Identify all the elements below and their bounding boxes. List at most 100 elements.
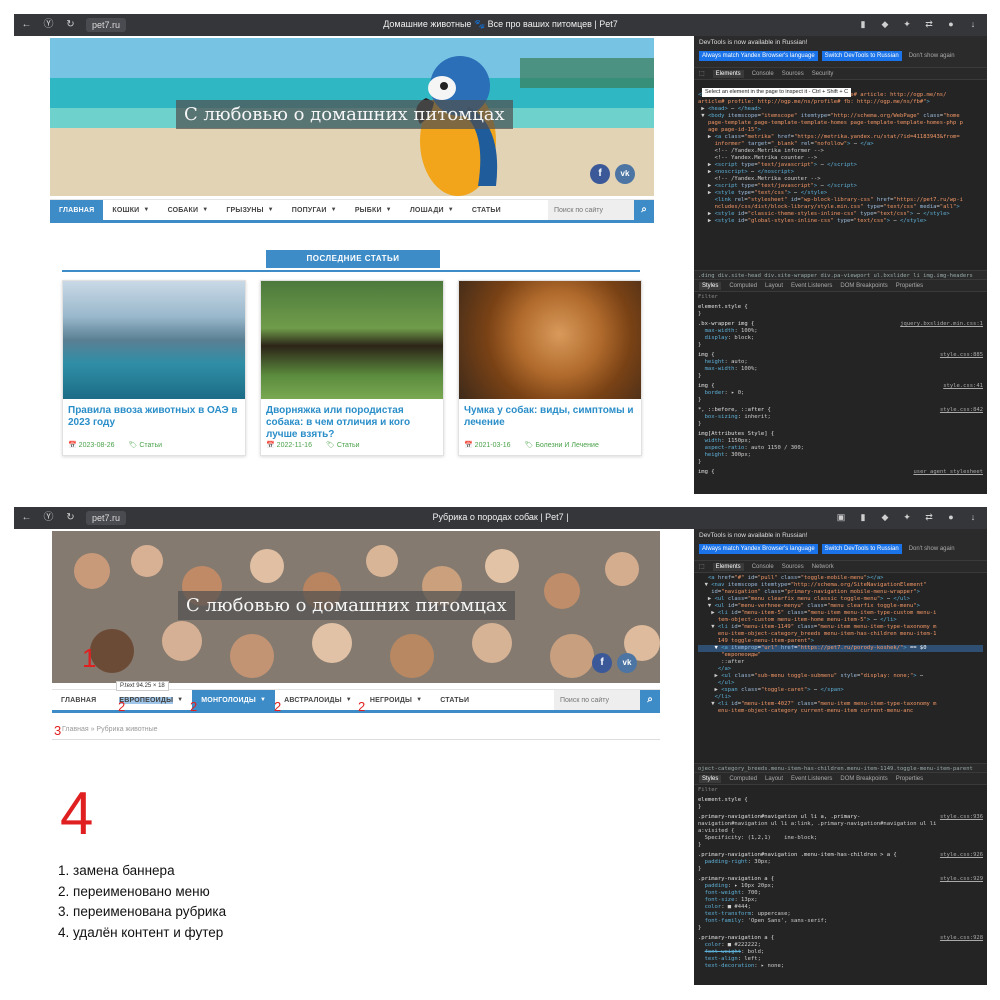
bookmark-icon[interactable]: ▮ bbox=[857, 511, 869, 523]
translate-icon[interactable]: ⇄ bbox=[923, 18, 935, 30]
translate-icon[interactable]: ⇄ bbox=[923, 511, 935, 523]
bookmark-icon[interactable]: ▮ bbox=[857, 18, 869, 30]
dom-breadcrumbs[interactable]: oject-category_breeds.menu-item-has-chil… bbox=[694, 763, 987, 773]
menu-label: ГЛАВНАЯ bbox=[61, 696, 97, 704]
article-image-beagle[interactable] bbox=[459, 281, 641, 399]
article-card[interactable]: Чумка у собак: виды, симптомы и лечение … bbox=[458, 280, 642, 456]
tab-sources[interactable]: Sources bbox=[782, 564, 804, 570]
vk-icon[interactable]: vk bbox=[617, 653, 637, 673]
article-card[interactable]: Дворняжка или породистая собака: в чем о… bbox=[260, 280, 444, 456]
tab-properties[interactable]: Properties bbox=[896, 776, 923, 782]
shield-icon[interactable]: ◆ bbox=[879, 18, 891, 30]
styles-pane[interactable]: Filter element.style {} .primary-navigat… bbox=[694, 785, 987, 972]
extension-icon[interactable]: ✦ bbox=[901, 511, 913, 523]
menu-item-fish[interactable]: РЫБКИ ▼ bbox=[346, 200, 401, 220]
tab-console[interactable]: Console bbox=[752, 71, 774, 77]
menu-item-negroids[interactable]: НЕГРОИДЫ ▼ bbox=[361, 690, 431, 710]
tab-layout[interactable]: Layout bbox=[765, 283, 783, 289]
menu-item-australoids[interactable]: АВСТРАЛОИДЫ ▼ bbox=[275, 690, 361, 710]
dont-show-button[interactable]: Don't show again bbox=[906, 544, 958, 554]
annotation-marker-1: 1 bbox=[82, 643, 97, 673]
search-input[interactable] bbox=[554, 690, 640, 710]
tab-styles[interactable]: Styles bbox=[699, 774, 722, 783]
profile-icon[interactable]: ● bbox=[945, 511, 957, 523]
elements-tree[interactable]: <a href="#" id="pull" class="toggle-mobi… bbox=[694, 573, 987, 763]
article-date: 📅 2021-03-16 bbox=[464, 442, 511, 449]
latest-articles-label: ПОСЛЕДНИЕ СТАТЬИ bbox=[266, 250, 440, 268]
menu-item-rodents[interactable]: ГРЫЗУНЫ ▼ bbox=[217, 200, 282, 220]
menu-item-articles[interactable]: СТАТЬИ bbox=[463, 200, 510, 220]
menu-item-articles[interactable]: СТАТЬИ bbox=[431, 690, 478, 710]
profile-icon[interactable]: ● bbox=[945, 18, 957, 30]
article-title[interactable]: Правила ввоза животных в ОАЭ в 2023 году bbox=[63, 399, 245, 429]
tab-properties[interactable]: Properties bbox=[896, 283, 923, 289]
search-button[interactable]: ⌕ bbox=[640, 690, 660, 710]
article-title[interactable]: Чумка у собак: виды, симптомы и лечение bbox=[459, 399, 641, 429]
download-icon[interactable]: ↓ bbox=[967, 511, 979, 523]
dom-breadcrumbs[interactable]: .ding div.site-head div.site-wrapper div… bbox=[694, 270, 987, 280]
article-category[interactable]: 🏷 Статьи bbox=[128, 441, 162, 449]
vk-icon[interactable]: vk bbox=[615, 164, 635, 184]
caret-down-icon: ▼ bbox=[416, 697, 423, 703]
inspect-icon[interactable]: ⬚ bbox=[699, 563, 705, 570]
tab-computed[interactable]: Computed bbox=[729, 283, 757, 289]
search-box: ⌕ bbox=[554, 690, 660, 710]
breadcrumb[interactable]: Главная » Рубрика животные bbox=[62, 726, 158, 733]
styles-pane[interactable]: Filter element.style {} .bx-wrapper img … bbox=[694, 292, 987, 478]
article-category[interactable]: 🏷 Статьи bbox=[326, 441, 360, 449]
browser-toolbar: ← Ⓨ ↻ 🔒 pet7.ru Домашние животные 🐾 Все … bbox=[14, 14, 987, 36]
primary-navigation: ГЛАВНАЯ КОШКИ ▼ СОБАКИ ▼ ГРЫЗУНЫ ▼ ПОПУГАИ ▼… bbox=[50, 199, 654, 223]
tab-elements[interactable]: Elements bbox=[712, 562, 744, 571]
styles-filter[interactable]: Filter bbox=[698, 787, 983, 794]
match-language-button[interactable]: Always match Yandex Browser's language bbox=[699, 544, 818, 554]
menu-label: ЛОШАДИ bbox=[409, 206, 444, 214]
menu-item-parrots[interactable]: ПОПУГАИ ▼ bbox=[283, 200, 346, 220]
tab-dom-breakpoints[interactable]: DOM Breakpoints bbox=[840, 283, 887, 289]
tab-sources[interactable]: Sources bbox=[782, 71, 804, 77]
search-input[interactable] bbox=[548, 200, 634, 220]
article-card[interactable]: Правила ввоза животных в ОАЭ в 2023 году… bbox=[62, 280, 246, 456]
article-image-dog[interactable] bbox=[261, 281, 443, 399]
facebook-icon[interactable]: f bbox=[592, 653, 612, 673]
switch-russian-button[interactable]: Switch DevTools to Russian bbox=[821, 51, 902, 61]
switch-russian-button[interactable]: Switch DevTools to Russian bbox=[821, 544, 902, 554]
menu-item-mongoloids[interactable]: МОНГОЛОИДЫ ▼ bbox=[192, 690, 276, 710]
tab-layout[interactable]: Layout bbox=[765, 776, 783, 782]
tab-console[interactable]: Console bbox=[752, 564, 774, 570]
tab-styles[interactable]: Styles bbox=[699, 281, 722, 290]
category-text: Болезни И Лечение bbox=[535, 442, 599, 449]
article-category[interactable]: 🏷 Болезни И Лечение bbox=[524, 441, 598, 449]
menu-item-horses[interactable]: ЛОШАДИ ▼ bbox=[401, 200, 463, 220]
styles-filter[interactable]: Filter bbox=[698, 294, 983, 301]
menu-item-cats[interactable]: КОШКИ ▼ bbox=[103, 200, 158, 220]
tab-dom-breakpoints[interactable]: DOM Breakpoints bbox=[840, 776, 887, 782]
tab-event-listeners[interactable]: Event Listeners bbox=[791, 283, 832, 289]
article-title[interactable]: Дворняжка или породистая собака: в чем о… bbox=[261, 399, 443, 441]
primary-navigation: ГЛАВНАЯ ЕВРОПЕОИДЫ ▼ МОНГОЛОИДЫ ▼ АВСТРАЛО… bbox=[52, 689, 660, 713]
tab-elements[interactable]: Elements bbox=[712, 69, 744, 78]
styles-tabs: Styles Computed Layout Event Listeners D… bbox=[694, 280, 987, 292]
facebook-icon[interactable]: f bbox=[590, 164, 610, 184]
tab-network[interactable]: Network bbox=[812, 564, 834, 570]
dont-show-button[interactable]: Don't show again bbox=[906, 51, 958, 61]
inspect-icon[interactable]: ⬚ bbox=[699, 70, 705, 77]
download-icon[interactable]: ↓ bbox=[967, 18, 979, 30]
tab-security[interactable]: Security bbox=[812, 71, 834, 77]
match-language-button[interactable]: Always match Yandex Browser's language bbox=[699, 51, 818, 61]
banner-caption: С любовью о домашних питомцах bbox=[178, 591, 515, 620]
tab-event-listeners[interactable]: Event Listeners bbox=[791, 776, 832, 782]
category-text: Статьи bbox=[336, 442, 360, 449]
menu-item-home[interactable]: ГЛАВНАЯ bbox=[52, 690, 105, 710]
menu-item-dogs[interactable]: СОБАКИ ▼ bbox=[159, 200, 218, 220]
menu-item-home[interactable]: ГЛАВНАЯ bbox=[50, 200, 104, 220]
menu-label: НЕГРОИДЫ bbox=[369, 696, 413, 704]
article-image-dubai[interactable] bbox=[63, 281, 245, 399]
menu-label: ЕВРОПЕОИДЫ bbox=[119, 696, 174, 704]
shield-icon[interactable]: ◆ bbox=[879, 511, 891, 523]
tab-computed[interactable]: Computed bbox=[729, 776, 757, 782]
extension-icon[interactable]: ✦ bbox=[901, 18, 913, 30]
search-button[interactable]: ⌕ bbox=[634, 200, 654, 220]
lock-icon[interactable]: ▣ bbox=[835, 511, 847, 523]
article-date: 📅 2022-11-16 bbox=[266, 442, 312, 449]
elements-tree[interactable]: Select an element in the page to inspect… bbox=[694, 80, 987, 270]
